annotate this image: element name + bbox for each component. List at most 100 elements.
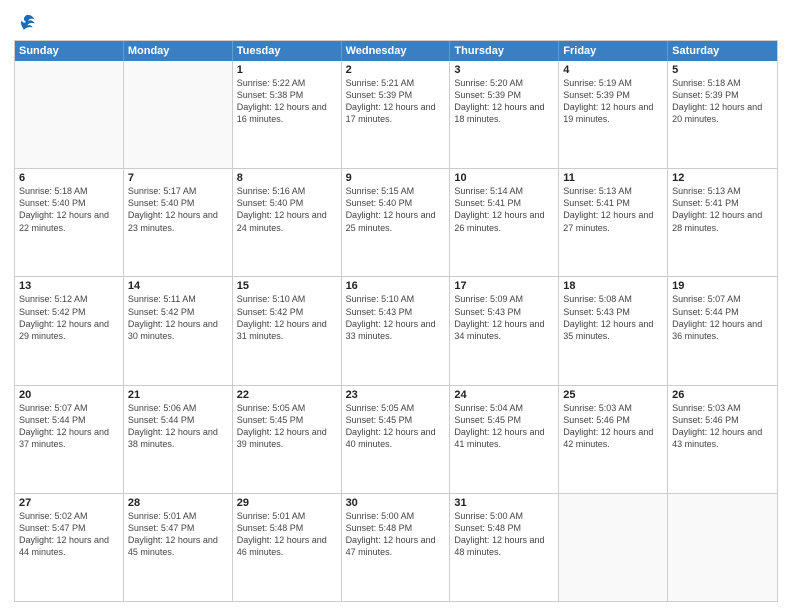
day-number: 20	[19, 389, 119, 401]
day-info: Sunrise: 5:01 AM Sunset: 5:48 PM Dayligh…	[237, 510, 337, 559]
day-number: 17	[454, 280, 554, 292]
day-number: 5	[672, 64, 773, 76]
day-cell-16: 16Sunrise: 5:10 AM Sunset: 5:43 PM Dayli…	[342, 277, 451, 384]
day-cell-23: 23Sunrise: 5:05 AM Sunset: 5:45 PM Dayli…	[342, 386, 451, 493]
day-info: Sunrise: 5:18 AM Sunset: 5:39 PM Dayligh…	[672, 77, 773, 126]
day-cell-12: 12Sunrise: 5:13 AM Sunset: 5:41 PM Dayli…	[668, 169, 777, 276]
day-info: Sunrise: 5:21 AM Sunset: 5:39 PM Dayligh…	[346, 77, 446, 126]
page-container: SundayMondayTuesdayWednesdayThursdayFrid…	[0, 0, 792, 612]
day-info: Sunrise: 5:12 AM Sunset: 5:42 PM Dayligh…	[19, 293, 119, 342]
day-info: Sunrise: 5:07 AM Sunset: 5:44 PM Dayligh…	[19, 402, 119, 451]
day-info: Sunrise: 5:00 AM Sunset: 5:48 PM Dayligh…	[346, 510, 446, 559]
day-info: Sunrise: 5:04 AM Sunset: 5:45 PM Dayligh…	[454, 402, 554, 451]
day-info: Sunrise: 5:16 AM Sunset: 5:40 PM Dayligh…	[237, 185, 337, 234]
day-number: 9	[346, 172, 446, 184]
day-cell-19: 19Sunrise: 5:07 AM Sunset: 5:44 PM Dayli…	[668, 277, 777, 384]
day-cell-24: 24Sunrise: 5:04 AM Sunset: 5:45 PM Dayli…	[450, 386, 559, 493]
day-number: 14	[128, 280, 228, 292]
day-cell-27: 27Sunrise: 5:02 AM Sunset: 5:47 PM Dayli…	[15, 494, 124, 601]
logo	[14, 12, 36, 32]
empty-cell	[668, 494, 777, 601]
day-cell-17: 17Sunrise: 5:09 AM Sunset: 5:43 PM Dayli…	[450, 277, 559, 384]
calendar-row-4: 27Sunrise: 5:02 AM Sunset: 5:47 PM Dayli…	[15, 493, 777, 601]
header-day-tuesday: Tuesday	[233, 41, 342, 61]
day-number: 16	[346, 280, 446, 292]
day-info: Sunrise: 5:20 AM Sunset: 5:39 PM Dayligh…	[454, 77, 554, 126]
day-cell-9: 9Sunrise: 5:15 AM Sunset: 5:40 PM Daylig…	[342, 169, 451, 276]
day-info: Sunrise: 5:03 AM Sunset: 5:46 PM Dayligh…	[563, 402, 663, 451]
empty-cell	[15, 61, 124, 168]
day-cell-21: 21Sunrise: 5:06 AM Sunset: 5:44 PM Dayli…	[124, 386, 233, 493]
calendar-row-1: 6Sunrise: 5:18 AM Sunset: 5:40 PM Daylig…	[15, 168, 777, 276]
day-number: 22	[237, 389, 337, 401]
calendar-row-0: 1Sunrise: 5:22 AM Sunset: 5:38 PM Daylig…	[15, 61, 777, 168]
header-day-thursday: Thursday	[450, 41, 559, 61]
logo-bird-icon	[16, 12, 36, 32]
day-info: Sunrise: 5:13 AM Sunset: 5:41 PM Dayligh…	[563, 185, 663, 234]
day-info: Sunrise: 5:17 AM Sunset: 5:40 PM Dayligh…	[128, 185, 228, 234]
day-cell-5: 5Sunrise: 5:18 AM Sunset: 5:39 PM Daylig…	[668, 61, 777, 168]
header-day-monday: Monday	[124, 41, 233, 61]
day-number: 31	[454, 497, 554, 509]
day-number: 15	[237, 280, 337, 292]
day-info: Sunrise: 5:01 AM Sunset: 5:47 PM Dayligh…	[128, 510, 228, 559]
day-number: 24	[454, 389, 554, 401]
day-cell-8: 8Sunrise: 5:16 AM Sunset: 5:40 PM Daylig…	[233, 169, 342, 276]
logo-text	[14, 12, 36, 32]
day-info: Sunrise: 5:19 AM Sunset: 5:39 PM Dayligh…	[563, 77, 663, 126]
day-info: Sunrise: 5:10 AM Sunset: 5:42 PM Dayligh…	[237, 293, 337, 342]
day-cell-29: 29Sunrise: 5:01 AM Sunset: 5:48 PM Dayli…	[233, 494, 342, 601]
day-cell-7: 7Sunrise: 5:17 AM Sunset: 5:40 PM Daylig…	[124, 169, 233, 276]
day-cell-2: 2Sunrise: 5:21 AM Sunset: 5:39 PM Daylig…	[342, 61, 451, 168]
day-cell-31: 31Sunrise: 5:00 AM Sunset: 5:48 PM Dayli…	[450, 494, 559, 601]
day-cell-3: 3Sunrise: 5:20 AM Sunset: 5:39 PM Daylig…	[450, 61, 559, 168]
day-number: 25	[563, 389, 663, 401]
day-info: Sunrise: 5:09 AM Sunset: 5:43 PM Dayligh…	[454, 293, 554, 342]
day-number: 23	[346, 389, 446, 401]
day-cell-4: 4Sunrise: 5:19 AM Sunset: 5:39 PM Daylig…	[559, 61, 668, 168]
day-number: 12	[672, 172, 773, 184]
day-number: 27	[19, 497, 119, 509]
empty-cell	[124, 61, 233, 168]
day-info: Sunrise: 5:03 AM Sunset: 5:46 PM Dayligh…	[672, 402, 773, 451]
day-info: Sunrise: 5:05 AM Sunset: 5:45 PM Dayligh…	[237, 402, 337, 451]
day-number: 8	[237, 172, 337, 184]
empty-cell	[559, 494, 668, 601]
day-number: 29	[237, 497, 337, 509]
day-cell-10: 10Sunrise: 5:14 AM Sunset: 5:41 PM Dayli…	[450, 169, 559, 276]
day-info: Sunrise: 5:18 AM Sunset: 5:40 PM Dayligh…	[19, 185, 119, 234]
header-day-wednesday: Wednesday	[342, 41, 451, 61]
day-number: 21	[128, 389, 228, 401]
day-number: 3	[454, 64, 554, 76]
day-number: 2	[346, 64, 446, 76]
day-cell-6: 6Sunrise: 5:18 AM Sunset: 5:40 PM Daylig…	[15, 169, 124, 276]
day-cell-25: 25Sunrise: 5:03 AM Sunset: 5:46 PM Dayli…	[559, 386, 668, 493]
day-info: Sunrise: 5:07 AM Sunset: 5:44 PM Dayligh…	[672, 293, 773, 342]
day-info: Sunrise: 5:00 AM Sunset: 5:48 PM Dayligh…	[454, 510, 554, 559]
day-info: Sunrise: 5:15 AM Sunset: 5:40 PM Dayligh…	[346, 185, 446, 234]
day-number: 19	[672, 280, 773, 292]
day-cell-14: 14Sunrise: 5:11 AM Sunset: 5:42 PM Dayli…	[124, 277, 233, 384]
day-cell-30: 30Sunrise: 5:00 AM Sunset: 5:48 PM Dayli…	[342, 494, 451, 601]
header-day-friday: Friday	[559, 41, 668, 61]
day-info: Sunrise: 5:08 AM Sunset: 5:43 PM Dayligh…	[563, 293, 663, 342]
header-day-sunday: Sunday	[15, 41, 124, 61]
day-info: Sunrise: 5:10 AM Sunset: 5:43 PM Dayligh…	[346, 293, 446, 342]
day-info: Sunrise: 5:14 AM Sunset: 5:41 PM Dayligh…	[454, 185, 554, 234]
day-info: Sunrise: 5:11 AM Sunset: 5:42 PM Dayligh…	[128, 293, 228, 342]
day-number: 13	[19, 280, 119, 292]
day-number: 11	[563, 172, 663, 184]
day-cell-22: 22Sunrise: 5:05 AM Sunset: 5:45 PM Dayli…	[233, 386, 342, 493]
day-info: Sunrise: 5:06 AM Sunset: 5:44 PM Dayligh…	[128, 402, 228, 451]
calendar-body: 1Sunrise: 5:22 AM Sunset: 5:38 PM Daylig…	[15, 61, 777, 601]
day-cell-28: 28Sunrise: 5:01 AM Sunset: 5:47 PM Dayli…	[124, 494, 233, 601]
day-number: 6	[19, 172, 119, 184]
day-cell-1: 1Sunrise: 5:22 AM Sunset: 5:38 PM Daylig…	[233, 61, 342, 168]
calendar: SundayMondayTuesdayWednesdayThursdayFrid…	[14, 40, 778, 602]
day-number: 18	[563, 280, 663, 292]
day-number: 1	[237, 64, 337, 76]
day-cell-20: 20Sunrise: 5:07 AM Sunset: 5:44 PM Dayli…	[15, 386, 124, 493]
day-number: 26	[672, 389, 773, 401]
day-cell-11: 11Sunrise: 5:13 AM Sunset: 5:41 PM Dayli…	[559, 169, 668, 276]
day-number: 10	[454, 172, 554, 184]
